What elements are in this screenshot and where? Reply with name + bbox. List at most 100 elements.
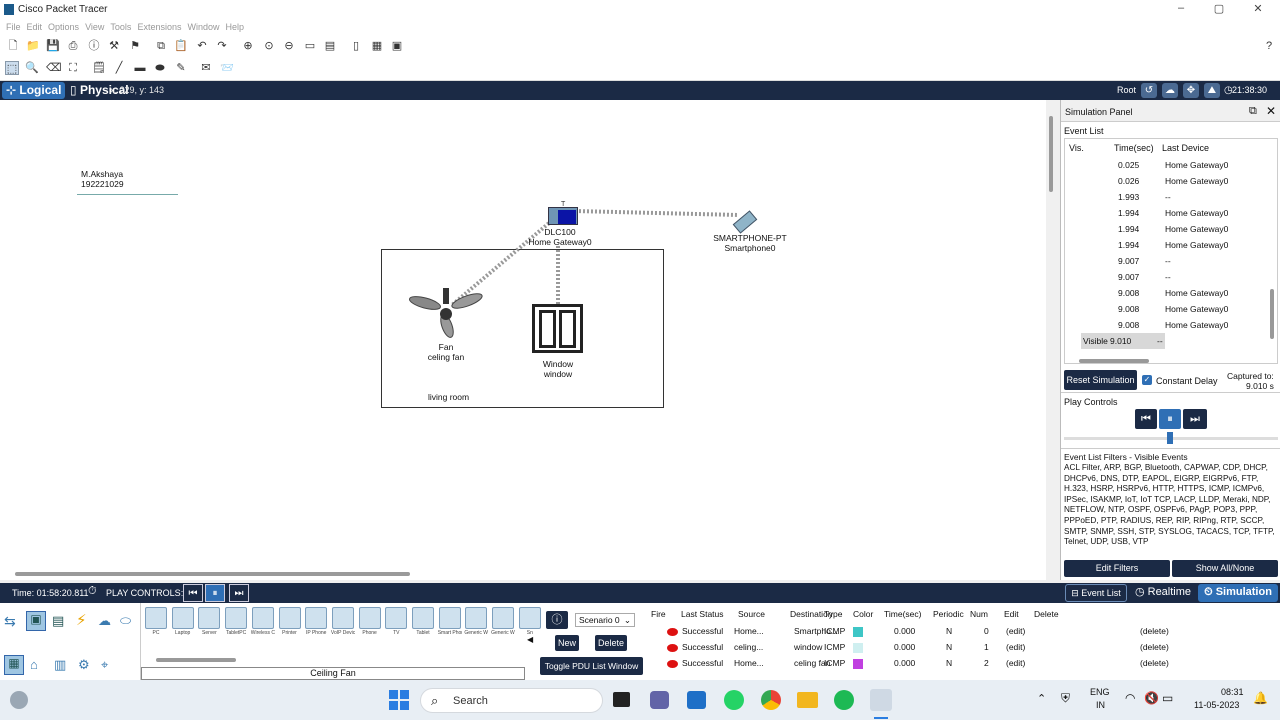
event-row[interactable]: 9.008 Home Gateway0 xyxy=(1085,317,1275,333)
smartphone-device[interactable] xyxy=(732,207,762,234)
store-icon[interactable] xyxy=(687,691,706,709)
language-line1[interactable]: ENG xyxy=(1090,687,1110,697)
scroll-thumb[interactable] xyxy=(1049,116,1053,192)
tray-chevron-icon[interactable]: ⌃ xyxy=(1037,692,1046,705)
industrial-icon[interactable]: ⚙ xyxy=(78,657,90,673)
event-row[interactable]: Visible 9.010 -- xyxy=(1081,333,1165,349)
paste-icon[interactable]: 📋 xyxy=(174,39,188,53)
widget-icon[interactable] xyxy=(10,691,28,709)
connections-icon[interactable]: ⚡ xyxy=(76,611,87,629)
event-row[interactable]: 9.008 Home Gateway0 xyxy=(1085,285,1275,301)
smart-city-icon[interactable]: ▥ xyxy=(54,657,66,673)
device-generic-wired-icon[interactable] xyxy=(492,607,515,629)
device-wireless-console-icon[interactable] xyxy=(251,607,274,629)
custom-device-icon[interactable]: ⚑ xyxy=(128,39,142,53)
realtime-mode-tab[interactable]: ◷ Realtime xyxy=(1130,584,1196,602)
activity-wizard-icon[interactable]: ⚒ xyxy=(107,39,121,53)
device-smart-phone-icon[interactable] xyxy=(438,607,461,629)
menu-help[interactable]: Help xyxy=(225,20,244,35)
pdu-delete[interactable]: (delete) xyxy=(1140,626,1169,636)
taskbar-date[interactable]: 11-05-2023 xyxy=(1194,700,1239,710)
custom-devices-dialog-icon[interactable]: ▤ xyxy=(323,39,337,53)
event-row[interactable]: 1.994 Home Gateway0 xyxy=(1085,221,1275,237)
minimize-button[interactable]: – xyxy=(1173,2,1189,18)
step-back-button[interactable]: ⏮ xyxy=(1135,409,1157,429)
network-devices-icon[interactable]: ⇆ xyxy=(4,613,16,630)
status-step-back-button[interactable]: ⏮ xyxy=(183,584,203,602)
status-step-forward-button[interactable]: ⏭ xyxy=(229,584,249,602)
menu-file[interactable]: File xyxy=(6,20,21,35)
zoom-out-icon[interactable]: ⊖ xyxy=(282,39,296,53)
undock-icon[interactable]: ⧉ xyxy=(1249,105,1257,118)
device-tv-icon[interactable] xyxy=(385,607,408,629)
add-complex-pdu-icon[interactable]: 📨 xyxy=(220,61,234,75)
chrome-icon[interactable] xyxy=(761,690,781,710)
resize-icon[interactable]: ⛶ xyxy=(66,61,80,75)
pdu-icon[interactable]: ▯ xyxy=(349,39,363,53)
edit-filters-button[interactable]: Edit Filters xyxy=(1064,560,1170,577)
device-voip-device-icon[interactable] xyxy=(331,607,354,629)
taskbar-search[interactable]: ⌕ Search xyxy=(420,688,603,713)
pdu-edit[interactable]: (edit) xyxy=(1006,658,1025,668)
playback-speed-slider[interactable] xyxy=(1064,432,1278,444)
pause-button[interactable]: ⏸ xyxy=(1159,409,1181,429)
menu-edit[interactable]: Edit xyxy=(27,20,43,35)
environment-icon[interactable]: ⛰ xyxy=(1204,83,1220,98)
step-forward-button[interactable]: ⏭ xyxy=(1183,409,1207,429)
event-row[interactable]: 9.007 -- xyxy=(1085,253,1275,269)
menu-view[interactable]: View xyxy=(85,20,104,35)
slider-handle[interactable] xyxy=(1167,432,1173,444)
close-panel-icon[interactable]: ✕ xyxy=(1266,104,1276,118)
home-gateway-device[interactable]: T xyxy=(548,201,578,227)
device-printer-icon[interactable] xyxy=(278,607,301,629)
scenario-select[interactable]: Scenario 0 ⌄ xyxy=(575,613,635,627)
scenario-info-icon[interactable]: ⓘ xyxy=(546,611,568,629)
event-row[interactable]: 1.993 -- xyxy=(1085,189,1275,205)
menu-tools[interactable]: Tools xyxy=(110,20,131,35)
event-row[interactable]: 0.026 Home Gateway0 xyxy=(1085,173,1275,189)
pdu-edit[interactable]: (edit) xyxy=(1006,626,1025,636)
image-icon[interactable]: ▣ xyxy=(390,39,404,53)
new-scenario-button[interactable]: New xyxy=(555,635,579,651)
event-list-toggle[interactable]: ⊟ Event List xyxy=(1065,584,1127,602)
delete-scenario-button[interactable]: Delete xyxy=(595,635,627,651)
components-icon[interactable]: ▤ xyxy=(52,613,64,629)
file-explorer-icon[interactable] xyxy=(797,692,818,708)
pdu-delete[interactable]: (delete) xyxy=(1140,658,1169,668)
redo-icon[interactable]: ↷ xyxy=(215,39,229,53)
device-tabletpc-icon[interactable] xyxy=(225,607,248,629)
maximize-button[interactable]: ▢ xyxy=(1211,2,1227,18)
status-pause-button[interactable]: ⏸ xyxy=(205,584,225,602)
fire-icon[interactable] xyxy=(667,660,678,668)
teams-icon[interactable] xyxy=(650,691,669,709)
freeform-icon[interactable]: ✎ xyxy=(174,61,188,75)
whatsapp-icon[interactable] xyxy=(724,690,744,710)
pdu-row[interactable]: Successful Home... celing fan ICMP 0.000 N 2 (e… xyxy=(648,656,1280,672)
draw-rectangle-icon[interactable]: ▬ xyxy=(133,61,147,75)
drawing-palette-icon[interactable]: ▭ xyxy=(303,39,317,53)
undo-icon[interactable]: ↶ xyxy=(195,39,209,53)
fire-icon[interactable] xyxy=(667,644,678,652)
canvas-vertical-scrollbar[interactable] xyxy=(1046,100,1058,580)
task-view-icon[interactable] xyxy=(613,692,630,707)
windows-start-icon[interactable] xyxy=(389,690,409,710)
show-all-none-button[interactable]: Show All/None xyxy=(1172,560,1278,577)
end-devices-icon[interactable]: ▣ xyxy=(26,611,46,631)
inspect-icon[interactable]: 🔍 xyxy=(25,61,39,75)
event-list-hscroll-thumb[interactable] xyxy=(1079,359,1149,363)
menu-extensions[interactable]: Extensions xyxy=(137,20,181,35)
misc-icon[interactable]: ☁ xyxy=(98,613,111,629)
antivirus-icon[interactable]: ⛨ xyxy=(1061,691,1070,706)
wifi-icon[interactable]: ◠ xyxy=(1125,691,1135,705)
zoom-reset-icon[interactable]: ⊙ xyxy=(262,39,276,53)
device-pc-icon[interactable] xyxy=(145,607,167,629)
new-file-icon[interactable]: 🗋 xyxy=(6,39,20,53)
notification-icon[interactable]: 🔔 xyxy=(1253,691,1268,705)
language-line2[interactable]: IN xyxy=(1096,700,1105,710)
canvas-horizontal-scrollbar[interactable] xyxy=(0,570,1046,580)
add-simple-pdu-icon[interactable]: ✉ xyxy=(199,61,213,75)
pdu-edit[interactable]: (edit) xyxy=(1006,642,1025,652)
draw-line-icon[interactable]: ╱ xyxy=(112,61,126,75)
volume-icon[interactable]: 🔇 xyxy=(1144,691,1159,705)
print-icon[interactable]: ⎙ xyxy=(66,39,80,53)
